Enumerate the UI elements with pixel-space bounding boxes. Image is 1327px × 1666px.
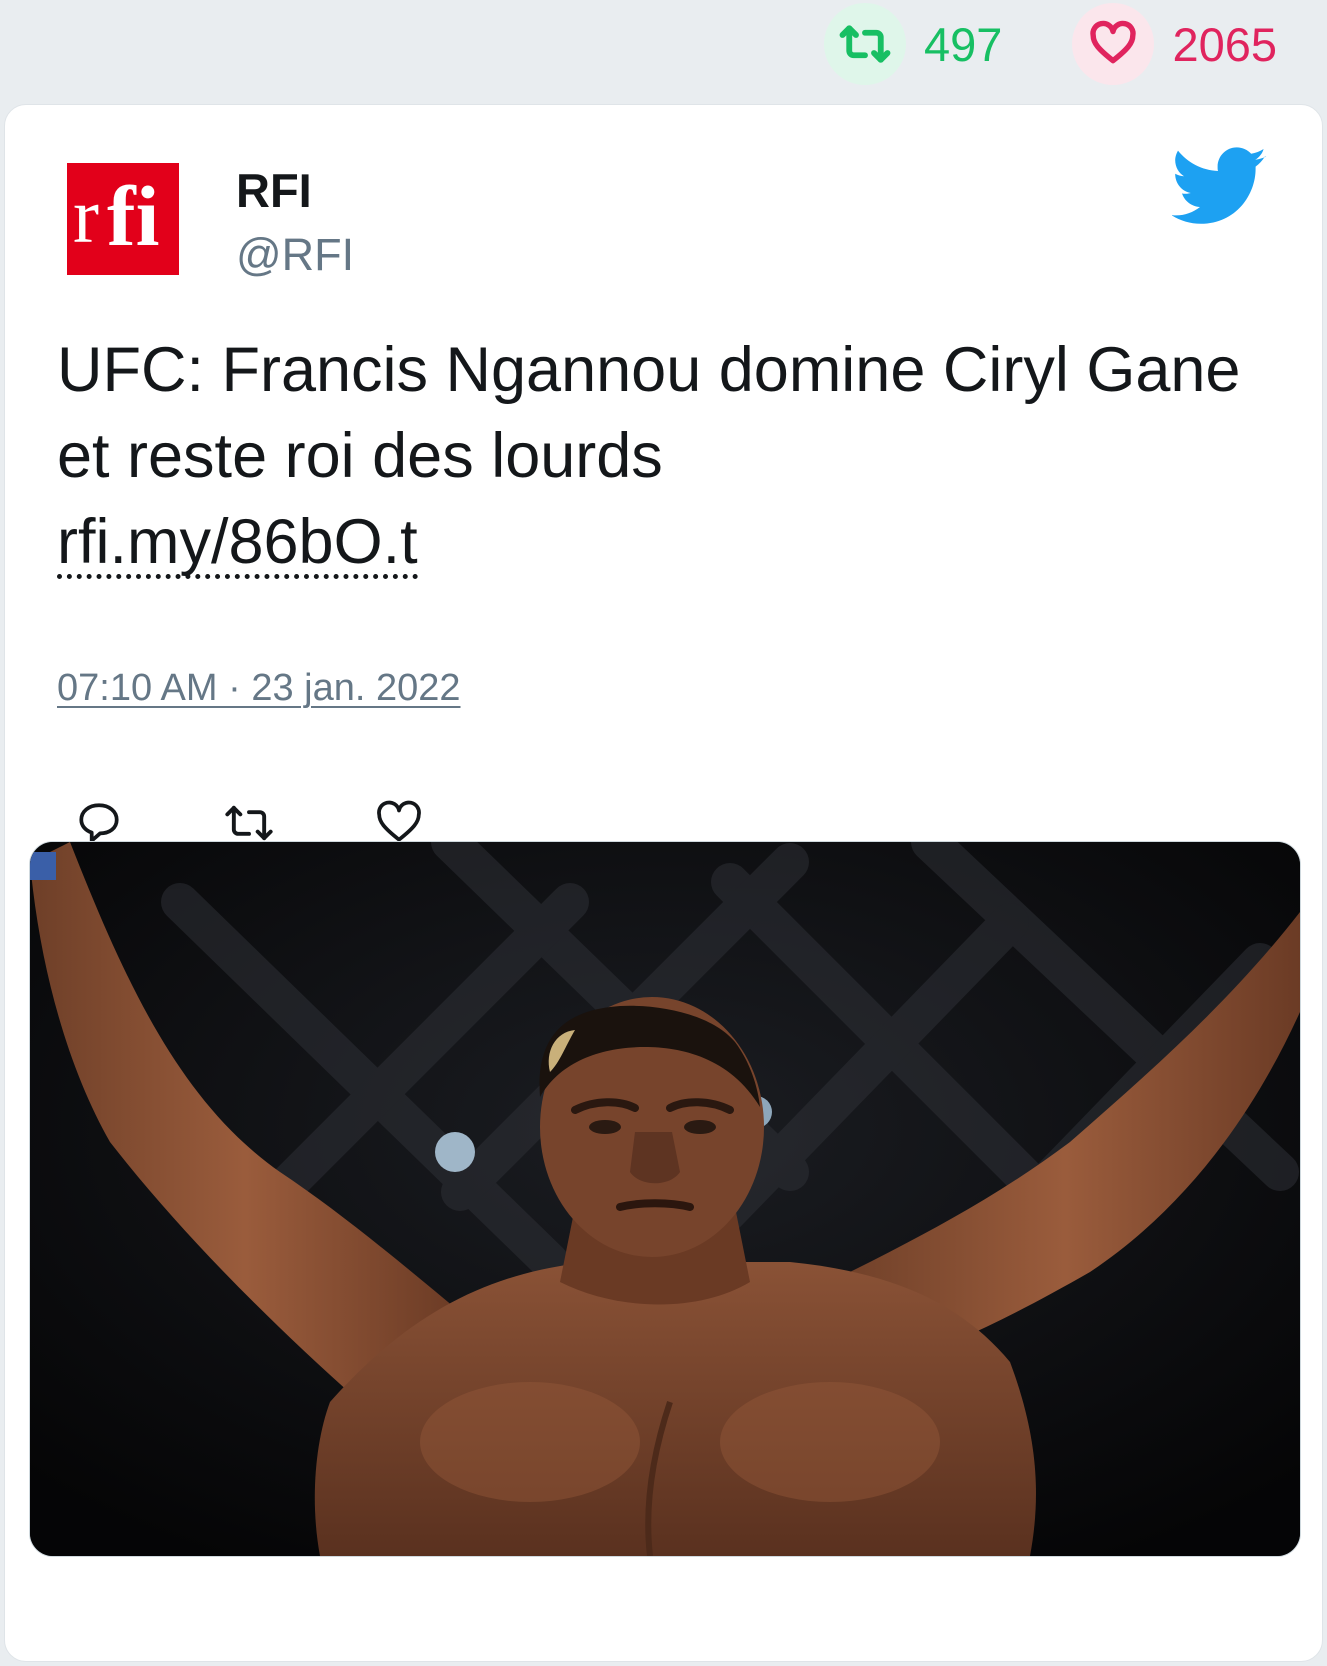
tweet-card: r fi RFI @RFI UFC: Francis Ngannou domin… [4,104,1323,1662]
tweet-link[interactable]: rfi.my/86bO.t [57,511,418,579]
retweet-count-stat[interactable]: 497 [824,3,1002,85]
wrist-wrap [30,852,56,880]
rfi-logo: r fi [67,163,179,275]
arena-light [435,1132,475,1172]
engagement-stats: 497 2065 [824,0,1277,88]
tweet-media-photo[interactable] [29,841,1301,1557]
nose [630,1132,680,1184]
logo-part-r: r [73,172,99,259]
author-handle[interactable]: @RFI [236,229,354,281]
mouth [616,1199,694,1211]
chest-left [420,1382,640,1502]
tweet-timestamp[interactable]: 07:10 AM · 23 jan. 2022 [57,667,461,710]
eye-right [684,1120,716,1134]
like-count: 2065 [1172,17,1277,71]
like-count-stat[interactable]: 2065 [1072,3,1277,85]
eye-left [589,1120,621,1134]
tweet-body: UFC: Francis Ngannou domine Ciryl Gane e… [57,335,1241,491]
logo-part-fi: fi [107,168,160,264]
author-name[interactable]: RFI [236,163,312,218]
retweet-icon [824,3,907,85]
retweet-count: 497 [924,17,1003,71]
avatar[interactable]: r fi [61,157,185,281]
heart-icon [1072,3,1155,85]
tweet-text: UFC: Francis Ngannou domine Ciryl Gane e… [57,327,1257,585]
chest-right [720,1382,940,1502]
twitter-bird-icon[interactable] [1171,147,1268,232]
